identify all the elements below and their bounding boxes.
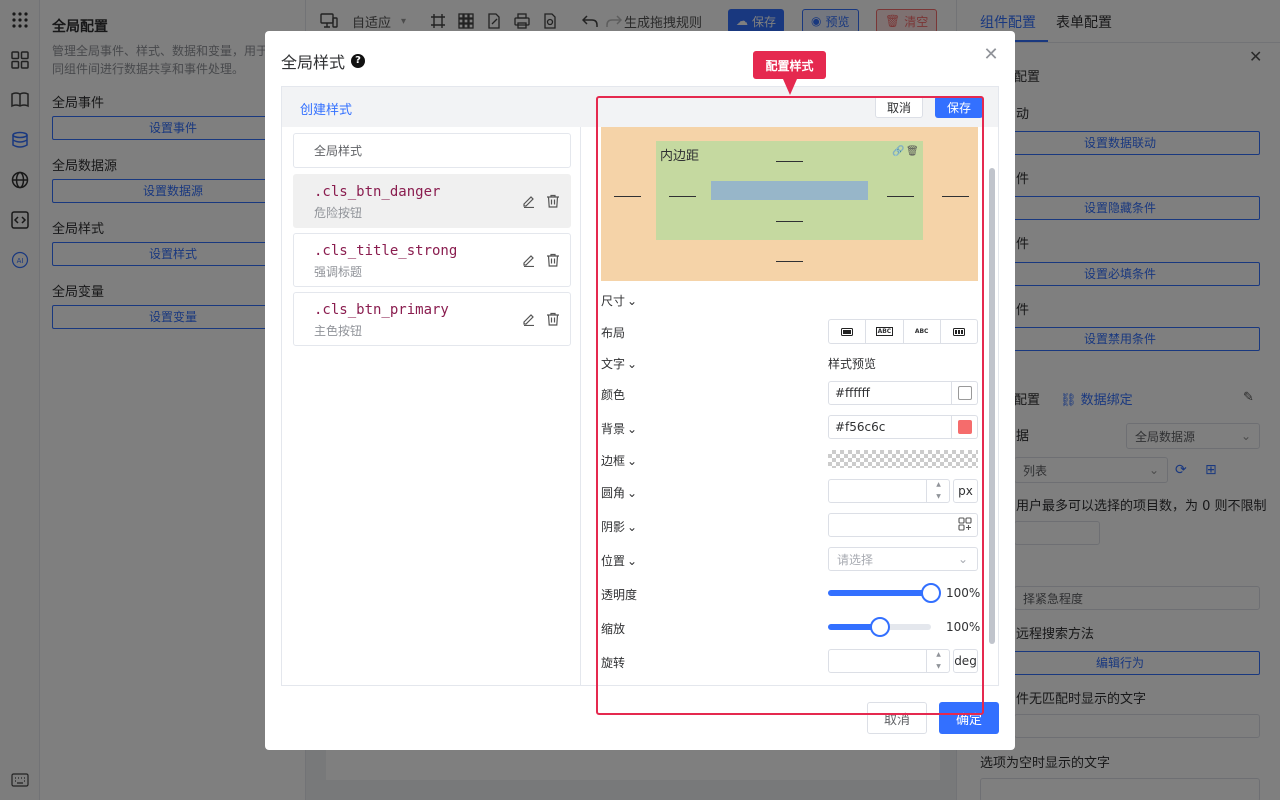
help-icon[interactable]: ? — [351, 54, 366, 68]
edit-icon[interactable] — [522, 312, 538, 328]
highlight-frame — [596, 96, 984, 715]
callout-label: 配置样式 — [753, 51, 826, 79]
style-item[interactable]: .cls_btn_danger 危险按钮 — [293, 174, 571, 228]
create-style-link[interactable]: 创建样式 — [300, 99, 352, 118]
style-item[interactable]: .cls_btn_primary 主色按钮 — [293, 292, 571, 346]
dialog-title: 全局样式 ? — [281, 49, 366, 73]
callout-arrow — [783, 79, 797, 95]
style-list: 全局样式 .cls_btn_danger 危险按钮 .cls_title_str… — [282, 127, 581, 685]
style-name: .cls_btn_primary — [314, 302, 449, 318]
close-icon[interactable]: ✕ — [983, 46, 999, 64]
style-description: 强调标题 — [314, 265, 363, 279]
style-name: .cls_btn_danger — [314, 184, 441, 200]
style-name: .cls_title_strong — [314, 243, 458, 259]
edit-icon[interactable] — [522, 253, 538, 269]
edit-icon[interactable] — [522, 194, 538, 210]
trash-icon[interactable] — [546, 253, 562, 269]
trash-icon[interactable] — [546, 312, 562, 328]
style-description: 危险按钮 — [314, 206, 363, 220]
scrollbar-thumb[interactable] — [989, 168, 995, 644]
style-search-input[interactable]: 全局样式 — [293, 133, 571, 168]
style-description: 主色按钮 — [314, 324, 363, 338]
trash-icon[interactable] — [546, 194, 562, 210]
style-item[interactable]: .cls_title_strong 强调标题 — [293, 233, 571, 287]
